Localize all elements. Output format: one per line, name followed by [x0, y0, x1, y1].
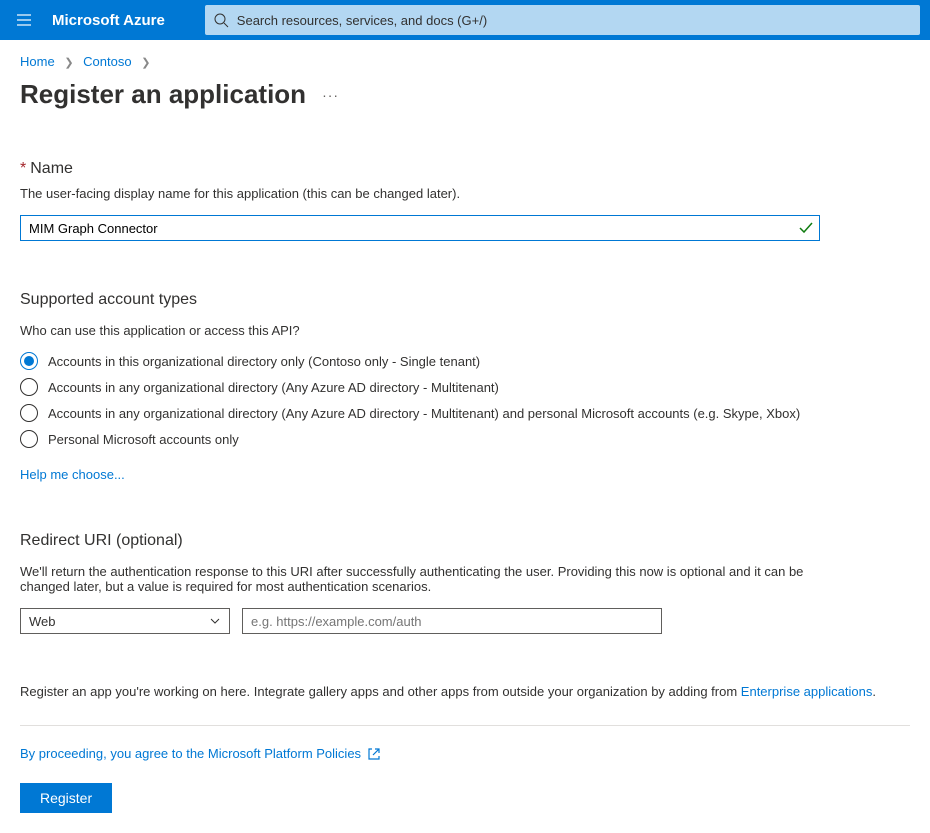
enterprise-apps-link[interactable]: Enterprise applications: [741, 684, 873, 699]
name-input[interactable]: [20, 215, 820, 241]
name-label: *Name: [20, 160, 910, 178]
gallery-note: Register an app you're working on here. …: [20, 684, 910, 699]
radio-multi-tenant[interactable]: Accounts in any organizational directory…: [20, 378, 910, 396]
more-actions-button[interactable]: ···: [322, 87, 339, 103]
radio-icon: [20, 404, 38, 422]
chevron-right-icon: ❯: [64, 57, 73, 69]
radio-label: Accounts in any organizational directory…: [48, 406, 800, 421]
chevron-right-icon: ❯: [141, 57, 150, 69]
chevron-down-icon: [209, 615, 221, 627]
top-bar: Microsoft Azure: [0, 0, 930, 40]
help-me-choose-link[interactable]: Help me choose...: [20, 467, 125, 482]
page-header: Register an application ···: [20, 79, 910, 110]
radio-icon: [20, 352, 38, 370]
account-types-radio-group: Accounts in this organizational director…: [20, 352, 910, 448]
divider: [20, 725, 910, 726]
radio-label: Accounts in this organizational director…: [48, 354, 480, 369]
radio-label: Personal Microsoft accounts only: [48, 432, 239, 447]
agree-row: By proceeding, you agree to the Microsof…: [20, 746, 910, 761]
breadcrumb-home[interactable]: Home: [20, 54, 55, 69]
breadcrumb: Home ❯ Contoso ❯: [0, 40, 930, 79]
account-types-question: Who can use this application or access t…: [20, 323, 910, 338]
platform-select[interactable]: Web: [20, 608, 230, 634]
search-box[interactable]: [205, 5, 920, 35]
search-icon: [213, 12, 229, 28]
radio-icon: [20, 378, 38, 396]
external-link-icon: [367, 747, 381, 761]
platform-policies-link[interactable]: By proceeding, you agree to the Microsof…: [20, 746, 361, 761]
redirect-description: We'll return the authentication response…: [20, 564, 850, 594]
name-input-wrap: [20, 215, 820, 241]
brand-label: Microsoft Azure: [48, 12, 205, 29]
radio-label: Accounts in any organizational directory…: [48, 380, 499, 395]
check-icon: [798, 220, 814, 236]
redirect-title: Redirect URI (optional): [20, 532, 910, 550]
redirect-uri-input[interactable]: [242, 608, 662, 634]
radio-multi-personal[interactable]: Accounts in any organizational directory…: [20, 404, 910, 422]
menu-button[interactable]: [0, 0, 48, 40]
breadcrumb-org[interactable]: Contoso: [83, 54, 131, 69]
redirect-row: Web: [20, 608, 910, 634]
name-description: The user-facing display name for this ap…: [20, 186, 910, 201]
radio-single-tenant[interactable]: Accounts in this organizational director…: [20, 352, 910, 370]
account-types-title: Supported account types: [20, 291, 910, 309]
required-indicator: *: [20, 160, 26, 177]
hamburger-icon: [16, 12, 32, 28]
search-input[interactable]: [237, 13, 912, 28]
register-button[interactable]: Register: [20, 783, 112, 813]
platform-value: Web: [29, 614, 56, 629]
radio-personal-only[interactable]: Personal Microsoft accounts only: [20, 430, 910, 448]
page-title: Register an application: [20, 79, 306, 110]
radio-icon: [20, 430, 38, 448]
search-wrap: [205, 5, 930, 35]
